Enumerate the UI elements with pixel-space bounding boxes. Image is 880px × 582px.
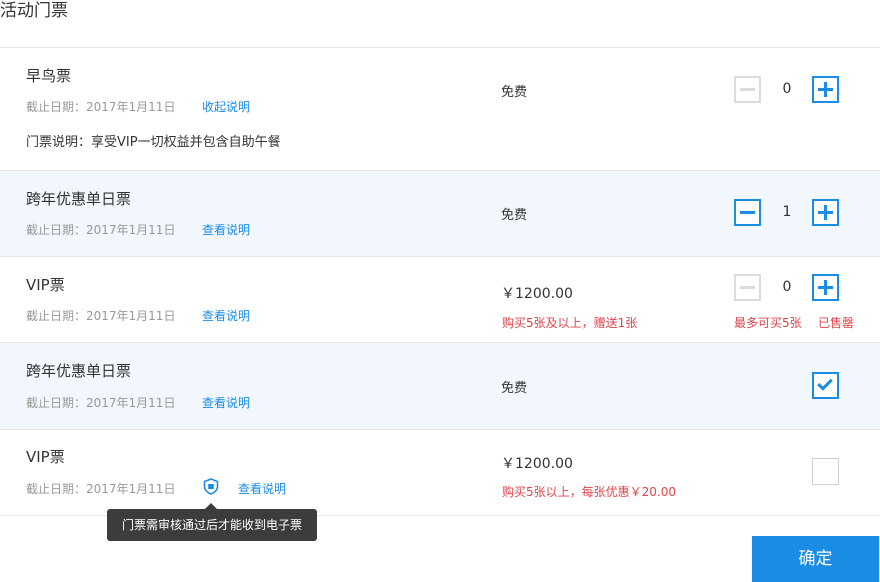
ticket-deadline: 截止日期：2017年1月11日: [26, 223, 176, 237]
ticket-checkbox-unchecked[interactable]: [812, 458, 839, 485]
confirm-button[interactable]: 确定: [752, 536, 879, 582]
ticket-name: VIP票: [26, 448, 65, 466]
quantity-value: 1: [782, 204, 792, 220]
increase-quantity-button[interactable]: [812, 199, 839, 226]
increase-quantity-button[interactable]: [812, 76, 839, 103]
sold-out-text: 已售罄: [818, 316, 855, 330]
ticket-deadline: 截止日期：2017年1月11日: [26, 309, 176, 323]
review-tooltip: 门票需审核通过后才能收到电子票: [107, 509, 317, 541]
ticket-row-early-bird: 早鸟票 截止日期：2017年1月11日 收起说明 门票说明：享受VIP一切权益并…: [0, 48, 880, 171]
shield-icon[interactable]: [203, 478, 219, 495]
ticket-row-new-year-day-check: 跨年优惠单日票 截止日期：2017年1月11日 查看说明 免费: [0, 343, 880, 430]
quantity-value: 0: [782, 279, 792, 295]
view-description-link[interactable]: 查看说明: [202, 394, 250, 411]
ticket-name: 早鸟票: [26, 67, 72, 85]
minus-icon: [740, 286, 755, 289]
minus-icon: [740, 88, 755, 91]
decrease-quantity-button[interactable]: [734, 274, 761, 301]
collapse-description-link[interactable]: 收起说明: [202, 98, 250, 115]
ticket-name: VIP票: [26, 276, 65, 294]
view-description-link[interactable]: 查看说明: [238, 480, 286, 497]
purchase-limit-text: 最多可买5张: [734, 316, 802, 330]
ticket-price: 免费: [501, 208, 528, 223]
ticket-deadline: 截止日期：2017年1月11日: [26, 482, 176, 496]
ticket-row-new-year-day: 跨年优惠单日票 截止日期：2017年1月11日 查看说明 免费 1: [0, 171, 880, 257]
ticket-price: ￥1200.00: [501, 286, 573, 302]
minus-icon: [740, 211, 755, 214]
ticket-name: 跨年优惠单日票: [26, 190, 132, 208]
ticket-checkbox-checked[interactable]: [812, 372, 839, 399]
ticket-row-vip-check: VIP票 截止日期：2017年1月11日 查看说明 ￥1200.00 购买5张以…: [0, 430, 880, 516]
view-description-link[interactable]: 查看说明: [202, 221, 250, 238]
ticket-row-vip: VIP票 截止日期：2017年1月11日 查看说明 ￥1200.00 购买5张及…: [0, 257, 880, 343]
ticket-name: 跨年优惠单日票: [26, 362, 132, 380]
ticket-description: 门票说明：享受VIP一切权益并包含自助午餐: [26, 135, 281, 150]
ticket-price: ￥1200.00: [501, 456, 573, 472]
view-description-link[interactable]: 查看说明: [202, 307, 250, 324]
promo-text: 购买5张及以上，赠送1张: [502, 316, 638, 330]
decrease-quantity-button[interactable]: [734, 76, 761, 103]
promo-text: 购买5张以上，每张优惠￥20.00: [502, 485, 676, 499]
ticket-deadline: 截止日期：2017年1月11日: [26, 396, 176, 410]
decrease-quantity-button[interactable]: [734, 199, 761, 226]
ticket-price: 免费: [501, 381, 528, 396]
quantity-value: 0: [782, 81, 792, 97]
ticket-price: 免费: [501, 85, 528, 100]
checkmark-icon: [817, 375, 833, 391]
ticket-deadline: 截止日期：2017年1月11日: [26, 100, 176, 114]
page-title: 活动门票: [0, 1, 68, 21]
increase-quantity-button[interactable]: [812, 274, 839, 301]
